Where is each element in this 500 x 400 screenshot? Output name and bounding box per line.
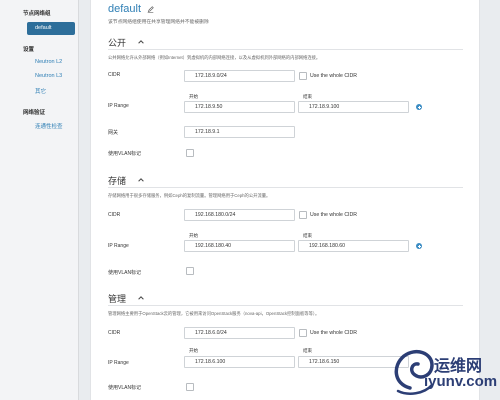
chevron-up-icon[interactable]	[137, 294, 145, 302]
page-title: default	[108, 3, 142, 15]
section-divider	[108, 187, 463, 188]
sidebar-heading-verification: 网络验证	[23, 110, 46, 116]
start-label: 开始	[189, 233, 198, 238]
cidr-label: CIDR	[108, 72, 121, 78]
sidebar-item-neutron-l2[interactable]: Neutron L2	[35, 59, 62, 65]
sidebar-item-default[interactable]: default	[27, 22, 75, 35]
end-label: 结束	[303, 348, 312, 353]
section-divider	[108, 49, 463, 50]
sidebar-heading-node-groups: 节点网络组	[23, 11, 51, 17]
start-label: 开始	[189, 348, 198, 353]
main-panel: default 该节点网络组使用在共享管理网络并不能被删除 公开 公共网络允许从…	[90, 0, 480, 400]
storage-vlan-tagging-checkbox[interactable]	[186, 267, 194, 275]
storage-ip-range-start-input[interactable]: 192.168.180.40	[184, 240, 295, 252]
public-use-whole-cidr-checkbox[interactable]	[299, 72, 307, 80]
page-subtitle: 该节点网络组使用在共享管理网络并不能被删除	[108, 20, 209, 25]
end-label: 结束	[303, 233, 312, 238]
ip-range-label: IP Range	[108, 243, 129, 249]
sidebar-item-neutron-l3[interactable]: Neutron L3	[35, 73, 62, 79]
use-whole-cidr-label: Use the whole CIDR	[310, 73, 357, 79]
sidebar-heading-settings: 设置	[23, 47, 35, 53]
sidebar: 节点网络组 default 设置 Neutron L2 Neutron L3 其…	[0, 0, 79, 400]
vlan-tagging-label: 使用VLAN标记	[108, 385, 142, 391]
pencil-icon[interactable]	[147, 6, 154, 13]
vlan-tagging-label: 使用VLAN标记	[108, 270, 142, 276]
section-title-storage: 存储	[108, 176, 127, 186]
section-divider	[108, 305, 463, 306]
public-vlan-tagging-checkbox[interactable]	[186, 149, 194, 157]
start-label: 开始	[189, 94, 198, 99]
chevron-up-icon[interactable]	[137, 38, 145, 46]
storage-ip-range-end-input[interactable]: 192.168.180.60	[298, 240, 409, 252]
management-cidr-input[interactable]: 172.18.6.0/24	[184, 327, 295, 339]
sidebar-item-connectivity-check[interactable]: 连通性检查	[35, 122, 63, 130]
cidr-label: CIDR	[108, 330, 121, 336]
cidr-label: CIDR	[108, 212, 121, 218]
management-ip-range-start-input[interactable]: 172.18.6.100	[184, 356, 295, 368]
section-title-management: 管理	[108, 294, 127, 304]
public-cidr-input[interactable]: 172.18.9.0/24	[184, 70, 295, 82]
section-description-public: 公共网络允许从外部网络（例如Internet）到虚拟机的内部网络连接，以及从虚拟…	[108, 55, 321, 60]
add-ip-range-icon[interactable]	[416, 104, 422, 110]
end-label: 结束	[303, 94, 312, 99]
ip-range-label: IP Range	[108, 360, 129, 366]
gateway-label: 网关	[108, 130, 119, 136]
storage-cidr-input[interactable]: 192.168.180.0/24	[184, 209, 295, 221]
public-gateway-input[interactable]: 172.18.9.1	[184, 126, 295, 138]
add-ip-range-icon[interactable]	[416, 243, 422, 249]
section-description-storage: 存储网络用于很多存储服务，例如Ceph的复制流量。管理网络用于Ceph的公开流量…	[108, 193, 271, 198]
section-description-management: 管理网络主要用于OpenStack云的管理，它被用来访问OpenStack服务（…	[108, 311, 320, 316]
sidebar-item-other[interactable]: 其它	[35, 87, 46, 95]
use-whole-cidr-label: Use the whole CIDR	[310, 330, 357, 336]
management-use-whole-cidr-checkbox[interactable]	[299, 329, 307, 337]
section-title-public: 公开	[108, 38, 127, 48]
public-ip-range-end-input[interactable]: 172.18.9.100	[298, 101, 409, 113]
use-whole-cidr-label: Use the whole CIDR	[310, 212, 357, 218]
public-ip-range-start-input[interactable]: 172.18.9.50	[184, 101, 295, 113]
watermark-url: iyunv.com	[424, 373, 498, 390]
vlan-tagging-label: 使用VLAN标记	[108, 151, 142, 157]
storage-use-whole-cidr-checkbox[interactable]	[299, 211, 307, 219]
ip-range-label: IP Range	[108, 103, 129, 109]
chevron-up-icon[interactable]	[137, 176, 145, 184]
management-vlan-tagging-checkbox[interactable]	[186, 383, 194, 391]
